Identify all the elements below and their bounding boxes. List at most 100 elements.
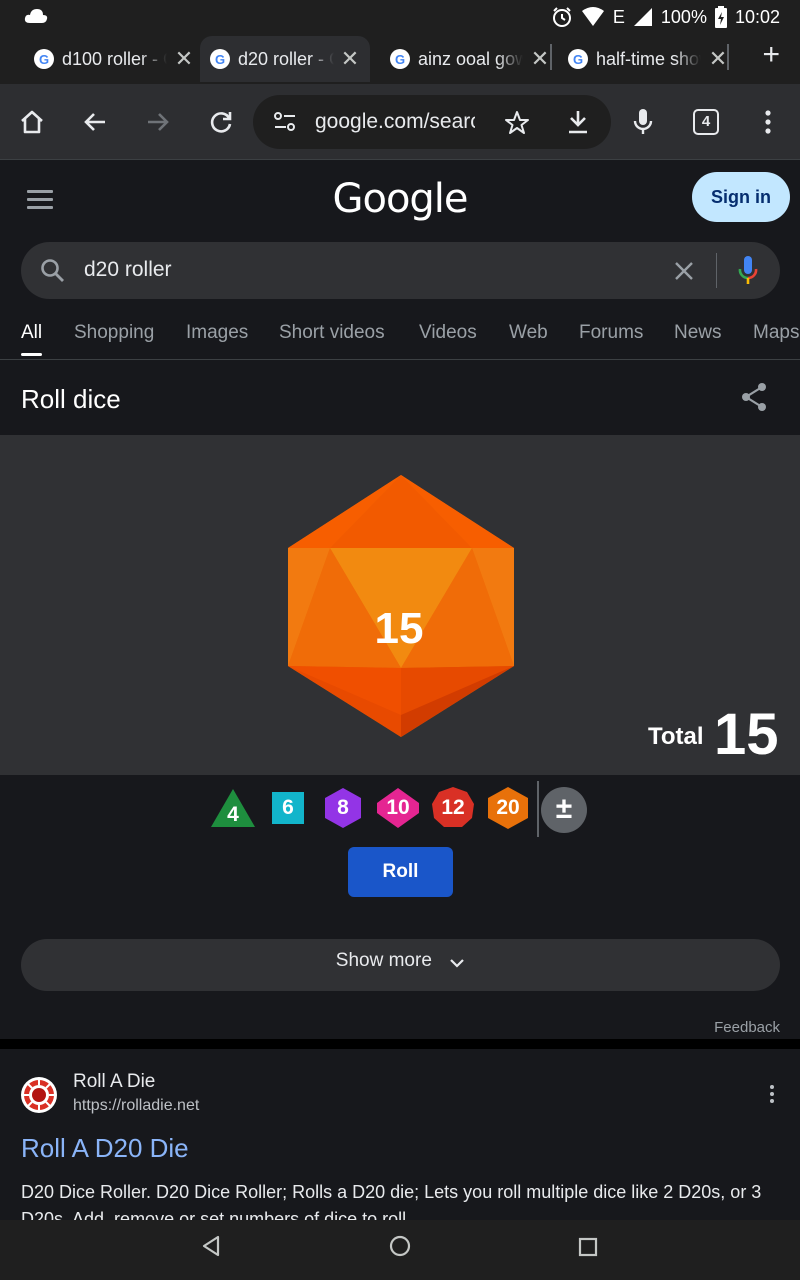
search-divider (716, 253, 717, 288)
tab-title: ainz ooal gown (418, 48, 523, 69)
tab-all[interactable]: All (21, 322, 43, 356)
close-tab-icon[interactable]: ✕ (340, 46, 360, 72)
tab-strip: G d100 roller - Google Search ✕ G d20 ro… (0, 34, 800, 84)
share-icon[interactable] (740, 382, 768, 412)
bookmark-star-icon[interactable] (504, 110, 530, 136)
browser-tab[interactable]: G ainz ooal gown ✕ (380, 36, 561, 82)
browser-toolbar: google.com/search 4 (0, 84, 800, 160)
d4-button[interactable]: 4 (210, 785, 256, 831)
tab-title: half-time show (596, 48, 701, 69)
d12-button[interactable]: 12 (430, 785, 476, 831)
nav-home-icon[interactable] (388, 1234, 412, 1258)
more-menu-icon[interactable] (750, 104, 786, 140)
google-logo[interactable]: Google (0, 176, 800, 222)
search-nav-tabs: All Shopping Images Short videos Videos … (0, 320, 800, 360)
dice-roll-stage: 15 Total 15 (0, 435, 800, 775)
result-snippet: D20 Dice Roller. D20 Dice Roller; Rolls … (21, 1182, 762, 1220)
browser-tab[interactable]: G d100 roller - Google Search ✕ (24, 36, 205, 82)
tab-forums[interactable]: Forums (579, 322, 643, 344)
address-bar[interactable]: google.com/search (253, 95, 611, 149)
d4-label: 4 (227, 803, 239, 826)
dice-divider (537, 781, 539, 837)
google-favicon-icon: G (210, 49, 230, 69)
total-value: 15 (714, 702, 779, 767)
google-favicon-icon: G (568, 49, 588, 69)
dice-selector: 4 6 8 10 12 20 ± Roll Show more Feedback (0, 775, 800, 1220)
tab-divider (550, 44, 552, 70)
tab-maps[interactable]: Maps (753, 322, 799, 344)
microphone-icon[interactable] (625, 104, 661, 140)
d20-die-icon[interactable]: 15 (286, 475, 516, 737)
nav-back-icon[interactable] (200, 1234, 222, 1258)
reload-icon[interactable] (203, 104, 239, 140)
close-tab-icon[interactable]: ✕ (173, 46, 195, 72)
feedback-link[interactable]: Feedback (714, 1019, 780, 1036)
d8-button[interactable]: 8 (320, 785, 366, 831)
web-page: Google Sign in d20 roller All Shopping I… (0, 160, 800, 1220)
sign-in-button[interactable]: Sign in (692, 172, 790, 222)
d8-label: 8 (337, 796, 349, 819)
close-tab-icon[interactable]: ✕ (707, 46, 729, 72)
show-more-button[interactable]: Show more (21, 939, 780, 991)
search-query: d20 roller (84, 258, 172, 281)
d6-button[interactable]: 6 (265, 785, 311, 831)
network-type: E (612, 6, 625, 27)
battery-percent: 100% (660, 6, 707, 27)
tab-web[interactable]: Web (509, 322, 548, 344)
google-favicon-icon: G (34, 49, 54, 69)
home-icon[interactable] (14, 104, 50, 140)
browser-tab[interactable]: G half-time show ✕ (558, 36, 739, 82)
total-label: Total (648, 723, 704, 750)
new-tab-icon[interactable]: + (762, 40, 780, 70)
tab-divider (727, 44, 729, 70)
clear-search-icon[interactable] (673, 260, 695, 282)
result-options-icon[interactable] (770, 1085, 774, 1106)
alarm-icon (552, 7, 571, 27)
site-settings-icon[interactable] (273, 111, 297, 133)
voice-search-icon[interactable] (735, 254, 761, 288)
tab-title: d100 roller - Google Search (62, 48, 167, 69)
d12-label: 12 (441, 796, 465, 819)
section-separator (0, 1039, 800, 1049)
download-icon[interactable] (566, 109, 590, 135)
d6-label: 6 (282, 796, 294, 819)
search-input[interactable]: d20 roller (21, 242, 780, 299)
google-header: Google Sign in (0, 160, 800, 240)
tab-news[interactable]: News (674, 322, 722, 344)
rolladie-favicon-icon (21, 1077, 57, 1113)
tab-images[interactable]: Images (186, 322, 248, 344)
clock: 10:02 (734, 6, 780, 27)
modifier-button[interactable]: ± (541, 787, 587, 833)
tab-videos[interactable]: Videos (419, 322, 477, 344)
roll-button[interactable]: Roll (348, 847, 453, 897)
tab-switcher-button[interactable]: 4 (693, 109, 719, 135)
d20-label: 20 (496, 796, 520, 819)
tab-short-videos[interactable]: Short videos (279, 322, 385, 344)
wifi-icon (581, 7, 604, 26)
result-site-name[interactable]: Roll A Die (73, 1071, 155, 1093)
result-title-link[interactable]: Roll A D20 Die (21, 1133, 189, 1164)
nav-recents-icon[interactable] (578, 1237, 598, 1257)
system-nav-bar (0, 1220, 800, 1280)
d20-button[interactable]: 20 (485, 785, 531, 831)
back-arrow-icon[interactable] (77, 104, 113, 140)
status-icons: E 100% 10:02 (551, 6, 780, 28)
signal-icon (633, 8, 652, 26)
result-url[interactable]: https://rolladie.net (73, 1097, 199, 1115)
close-tab-icon[interactable]: ✕ (529, 46, 551, 72)
tab-shopping[interactable]: Shopping (74, 322, 154, 344)
show-more-label: Show more (335, 950, 432, 971)
search-result: Roll A Die https://rolladie.net Roll A D… (0, 1049, 800, 1220)
browser-tab-active[interactable]: G d20 roller - Google Search ✕ (200, 36, 370, 82)
roll-dice-header: Roll dice (0, 360, 800, 435)
d10-button[interactable]: 10 (375, 785, 421, 831)
cloud-icon (24, 8, 48, 29)
chevron-down-icon (450, 959, 464, 968)
google-favicon-icon: G (390, 49, 410, 69)
search-icon (41, 259, 64, 282)
roll-dice-title: Roll dice (21, 384, 121, 414)
die-value: 15 (375, 604, 424, 653)
battery-icon (714, 6, 727, 28)
forward-arrow-icon[interactable] (140, 104, 176, 140)
url-text: google.com/search (315, 110, 475, 133)
